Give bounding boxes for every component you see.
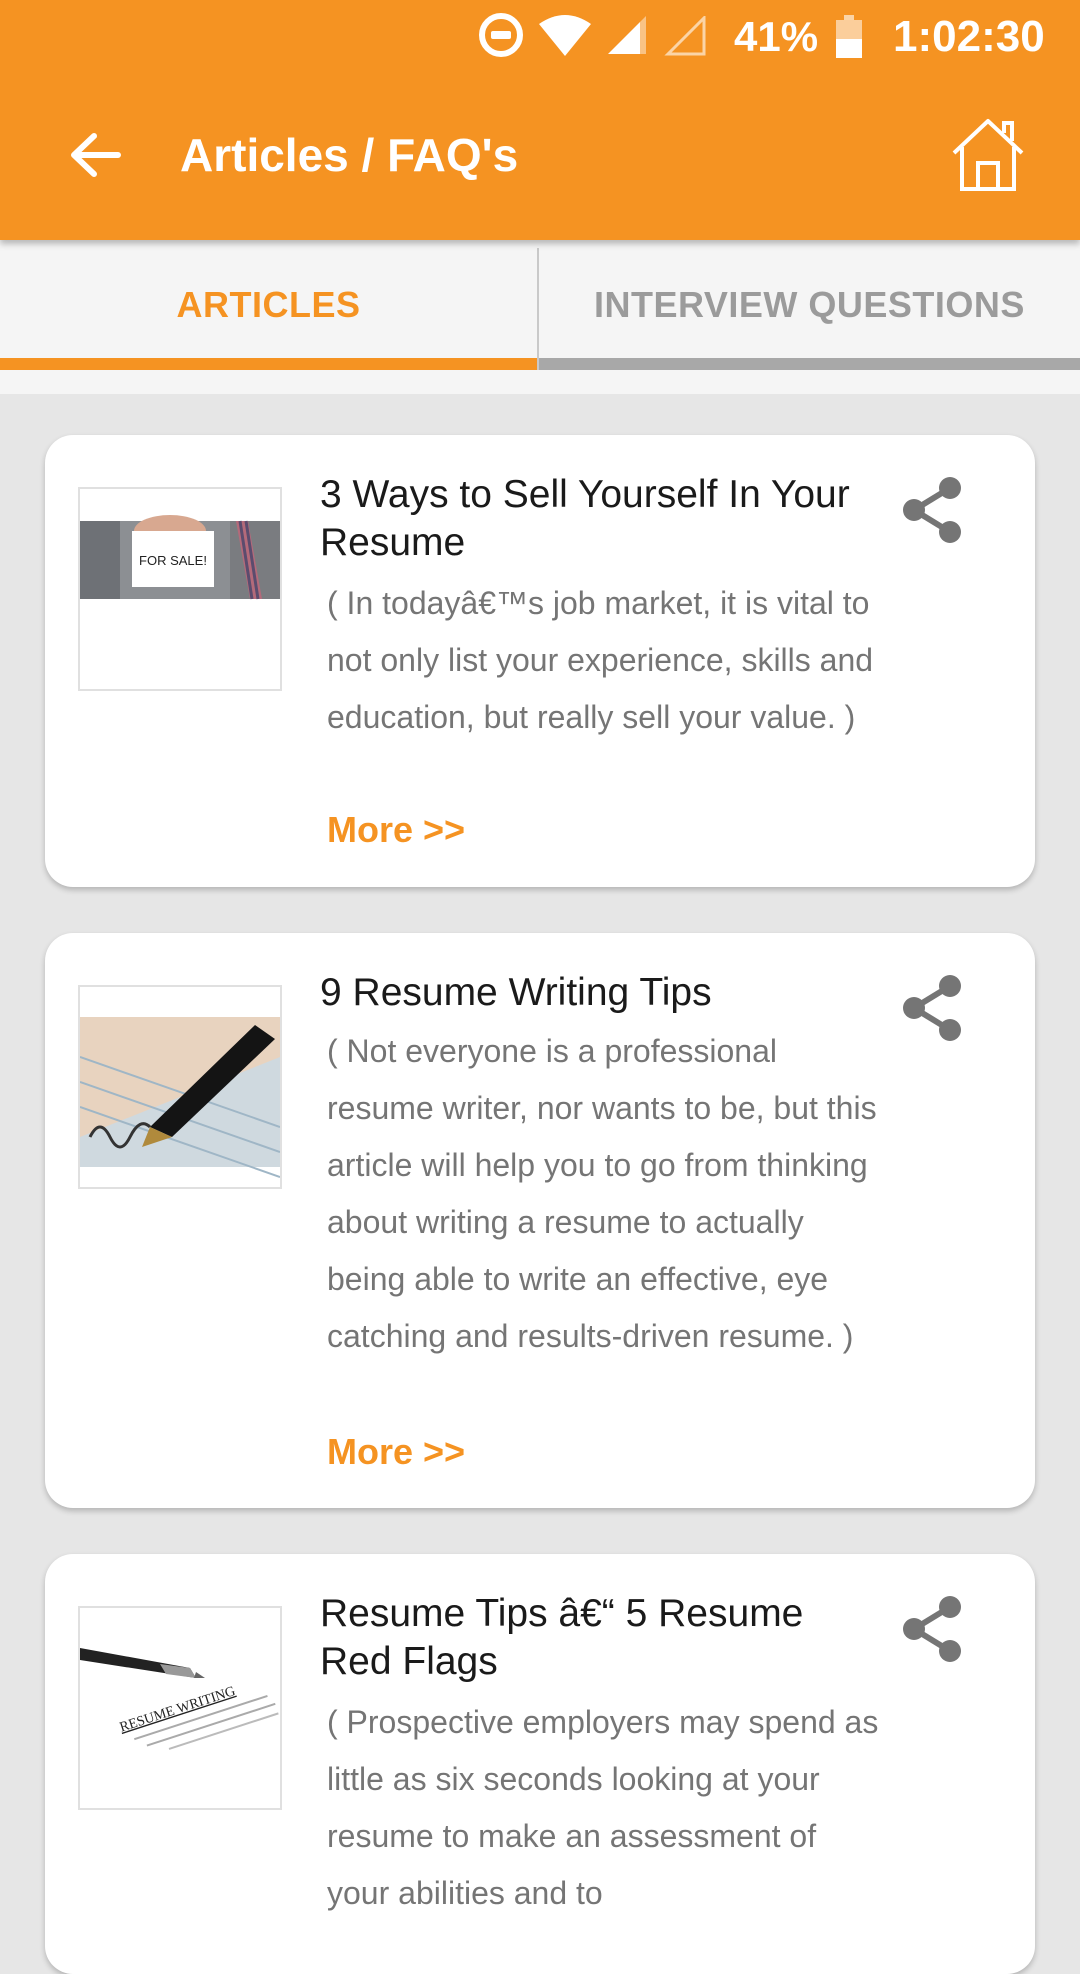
article-title[interactable]: 3 Ways to Sell Yourself In Your Resume: [320, 471, 880, 567]
inactive-tab-indicator: [539, 358, 1080, 370]
tab-articles[interactable]: ARTICLES: [0, 240, 537, 370]
article-description: ( Prospective employers may spend as lit…: [327, 1704, 879, 1911]
clock: 1:02:30: [893, 12, 1045, 61]
share-icon: [903, 975, 961, 1041]
share-button[interactable]: [900, 973, 964, 1043]
article-thumbnail: [78, 985, 282, 1189]
article-card[interactable]: 9 Resume Writing Tips ( Not everyone is …: [45, 933, 1035, 1508]
article-card[interactable]: FOR SALE! 3 Ways to Sell Yourself In You…: [45, 435, 1035, 887]
article-description: ( Not everyone is a professional resume …: [327, 1033, 877, 1354]
app-header: 41% 1:02:30 Articles / FAQ's: [0, 0, 1080, 240]
share-button[interactable]: [900, 1594, 964, 1664]
tab-bar: ARTICLES INTERVIEW QUESTIONS: [0, 240, 1080, 370]
article-thumbnail: RESUME WRITING: [78, 1606, 282, 1810]
more-link[interactable]: More >>: [327, 805, 465, 855]
battery-icon: [835, 15, 863, 64]
arrow-left-icon: [71, 133, 121, 177]
back-button[interactable]: [60, 125, 130, 185]
do-not-disturb-icon: [477, 11, 525, 64]
battery-percent: 41%: [734, 13, 819, 60]
thumbnail-sign-text: FOR SALE!: [139, 553, 207, 568]
article-title[interactable]: 9 Resume Writing Tips: [320, 969, 880, 1017]
share-button[interactable]: [900, 475, 964, 545]
app-bar: Articles / FAQ's: [0, 75, 1080, 240]
home-button[interactable]: [948, 115, 1028, 195]
cell-signal-icon: [606, 16, 648, 61]
status-bar: 41% 1:02:30: [0, 0, 1080, 75]
tab-interview-questions[interactable]: INTERVIEW QUESTIONS: [539, 240, 1080, 370]
wifi-icon: [537, 14, 593, 61]
article-card[interactable]: RESUME WRITING Resume Tips â€“ 5 Resume …: [45, 1554, 1035, 1974]
article-thumbnail: FOR SALE!: [78, 487, 282, 691]
share-icon: [903, 477, 961, 543]
tab-spacer: [0, 370, 1080, 394]
active-tab-indicator: [0, 358, 537, 370]
share-icon: [903, 1596, 961, 1662]
more-link[interactable]: More >>: [327, 1427, 465, 1477]
home-icon: [952, 119, 1024, 191]
article-description: ( In todayâ€™s job market, it is vital t…: [327, 585, 874, 735]
article-title[interactable]: Resume Tips â€“ 5 Resume Red Flags: [320, 1590, 880, 1686]
page-title: Articles / FAQ's: [180, 129, 519, 181]
cell-signal-empty-icon: [664, 14, 706, 61]
